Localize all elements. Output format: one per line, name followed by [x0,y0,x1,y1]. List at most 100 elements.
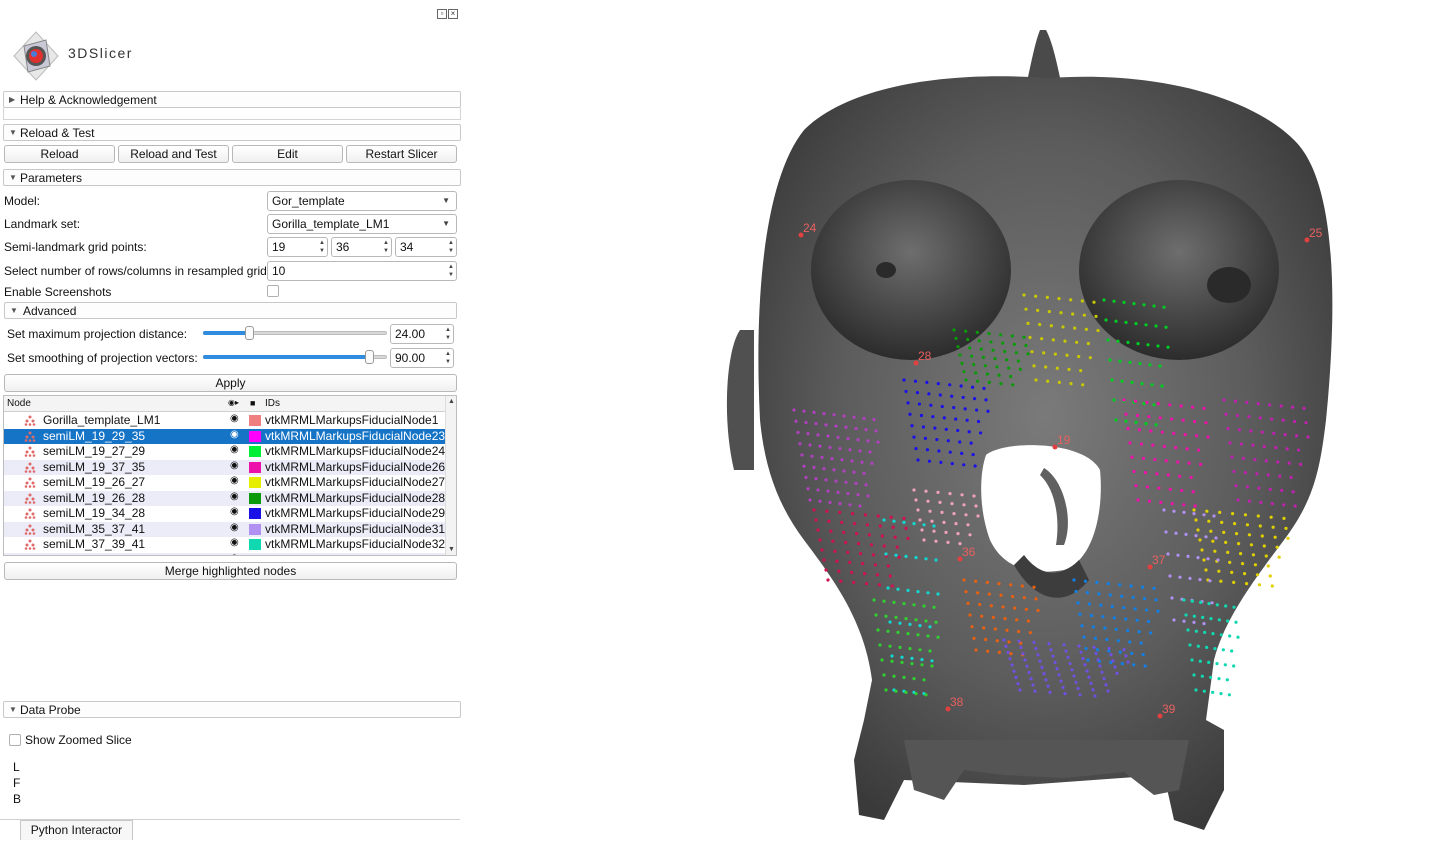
grid-points-spinbox-3[interactable]: 34 ▲ ▼ [395,237,457,257]
table-row[interactable]: semiLM_19_26_28 ◉ vtkMRMLMarkupsFiducialNo… [4,490,446,506]
eye-icon[interactable]: ◉ [230,537,239,548]
semilandmark-dot [962,370,966,374]
float-icon[interactable]: ▫ [437,9,447,19]
column-header-node[interactable]: Node [7,398,31,409]
semilandmark-dot [1111,659,1115,663]
semilandmark-dot [1234,620,1238,624]
show-zoomed-slice-checkbox[interactable] [9,734,21,746]
color-swatch[interactable] [249,508,261,519]
table-row[interactable]: semiLM_19_29_35 ◉ vtkMRMLMarkupsFiducialNo… [4,428,446,444]
scroll-down-icon[interactable]: ▼ [448,546,455,553]
reload-section-header[interactable]: ▼ Reload & Test [3,124,461,141]
data-probe-section-header[interactable]: ▼ Data Probe [3,701,461,718]
semilandmark-dot [1104,683,1108,687]
color-swatch[interactable] [249,523,261,535]
semilandmark-dot [854,426,858,431]
table-row[interactable]: semiLM_19_27_29 ◉ vtkMRMLMarkupsFiducialNo… [4,444,446,460]
color-swatch[interactable] [249,477,261,488]
semilandmark-dot [1234,484,1238,488]
semilandmark-dot [886,564,890,568]
semilandmark-dot [1190,599,1194,603]
eye-icon[interactable]: ◉ [230,460,239,471]
restart-slicer-button[interactable]: Restart Slicer [346,145,457,163]
color-swatch[interactable] [249,415,261,426]
advanced-section-header[interactable]: ▼ Advanced [4,302,457,319]
semilandmark-dot [1270,502,1274,506]
spin-arrows-icon[interactable]: ▲ ▼ [383,239,389,255]
eye-icon[interactable]: ◉ [230,522,239,533]
color-swatch[interactable] [249,430,261,442]
semilandmark-dot [1216,558,1220,562]
edit-button[interactable]: Edit [232,145,343,163]
column-header-ids[interactable]: IDs [265,398,280,409]
merge-nodes-button[interactable]: Merge highlighted nodes [4,562,457,580]
eye-icon[interactable]: ◉ [230,475,239,486]
table-row[interactable]: semiLM_19_34_28 ◉ vtkMRMLMarkupsFiducialNo… [4,506,446,522]
semilandmark-dot [1114,627,1118,631]
python-interactor-tab[interactable]: Python Interactor [20,820,133,840]
reload-and-test-button[interactable]: Reload and Test [118,145,229,163]
semilandmark-dot [1196,556,1200,560]
close-icon[interactable]: × [448,9,458,19]
spin-arrows-icon[interactable]: ▲ ▼ [445,350,451,366]
help-section-header[interactable]: ▶ Help & Acknowledgement [3,91,461,108]
color-swatch[interactable] [249,446,261,457]
semilandmark-dot [902,602,906,606]
spin-arrows-icon[interactable]: ▲ ▼ [319,239,325,255]
projection-distance-spinbox[interactable]: 24.00 ▲ ▼ [390,324,454,344]
slider-handle[interactable] [245,326,254,340]
semilandmark-dot [916,458,920,462]
eye-icon[interactable]: ◉ [230,429,239,440]
skull-render-icon[interactable]: 24 25 28 19 36 37 38 39 [464,0,1440,845]
semilandmark-dot [1228,560,1232,565]
enable-screenshots-checkbox[interactable] [267,285,279,297]
smoothing-slider[interactable] [203,349,387,365]
grid-points-spinbox-1[interactable]: 19 ▲ ▼ [267,237,328,257]
slider-handle[interactable] [364,350,374,364]
table-row[interactable]: Gorilla_template_LM1 ◉ vtkMRMLMarkupsFiduc… [4,413,446,429]
semilandmark-dot [968,533,972,537]
eye-icon[interactable]: ◉ [230,553,239,556]
color-swatch[interactable] [249,461,261,473]
semilandmark-dot [1230,570,1234,575]
table-row[interactable]: semiLM_37_39_39 ◉ vtkMRMLMarkupsFiducialNo… [4,552,446,556]
table-row[interactable]: semiLM_37_39_41 ◉ vtkMRMLMarkupsFiducialNo… [4,537,446,553]
grid-points-spinbox-2[interactable]: 36 ▲ ▼ [331,237,392,257]
smoothing-spinbox[interactable]: 90.00 ▲ ▼ [390,348,454,368]
color-column-icon[interactable]: ■ [250,398,255,408]
semilandmark-dot [1063,339,1067,343]
reload-button[interactable]: Reload [4,145,115,163]
semilandmark-dot [1218,510,1222,514]
color-swatch[interactable] [249,539,261,550]
semilandmark-dot [1282,516,1286,521]
projection-distance-slider[interactable] [203,325,387,341]
semilandmark-dot [864,428,868,432]
node-tree-table[interactable]: Node ◉▸ ■ IDs Gorilla_template_LM1 ◉ vtkMR… [3,395,457,556]
model-combobox[interactable]: Gor_template ▼ [267,191,457,211]
eye-icon[interactable]: ◉ [230,444,239,455]
table-scrollbar[interactable]: ▲ ▼ [445,396,456,555]
semilandmark-dot [1114,418,1118,422]
spin-arrows-icon[interactable]: ▲ ▼ [448,263,454,279]
table-row[interactable]: semiLM_19_26_27 ◉ vtkMRMLMarkupsFiducialNo… [4,475,446,491]
eye-icon[interactable]: ◉ [230,413,239,424]
parameters-section-header[interactable]: ▼ Parameters [3,169,461,186]
visibility-column-icon[interactable]: ◉▸ [228,398,239,407]
semilandmark-dot [1112,299,1116,303]
color-swatch[interactable] [249,554,261,555]
semilandmark-dot [842,469,846,473]
eye-icon[interactable]: ◉ [230,506,239,517]
semilandmark-dot [1172,618,1176,622]
scroll-up-icon[interactable]: ▲ [448,398,455,405]
3d-view[interactable]: 24 25 28 19 36 37 38 39 [464,0,1440,845]
apply-button[interactable]: Apply [4,374,457,392]
eye-icon[interactable]: ◉ [230,491,239,502]
semilandmark-dot [1082,635,1086,639]
resample-rows-spinbox[interactable]: 10 ▲ ▼ [267,261,457,281]
spin-arrows-icon[interactable]: ▲ ▼ [445,326,451,342]
landmark-set-combobox[interactable]: Gorilla_template_LM1 ▼ [267,214,457,234]
color-swatch[interactable] [249,492,261,504]
table-row[interactable]: semiLM_35_37_41 ◉ vtkMRMLMarkupsFiducialNo… [4,521,446,537]
spin-arrows-icon[interactable]: ▲ ▼ [448,239,454,255]
table-row[interactable]: semiLM_19_37_35 ◉ vtkMRMLMarkupsFiducialNo… [4,459,446,475]
